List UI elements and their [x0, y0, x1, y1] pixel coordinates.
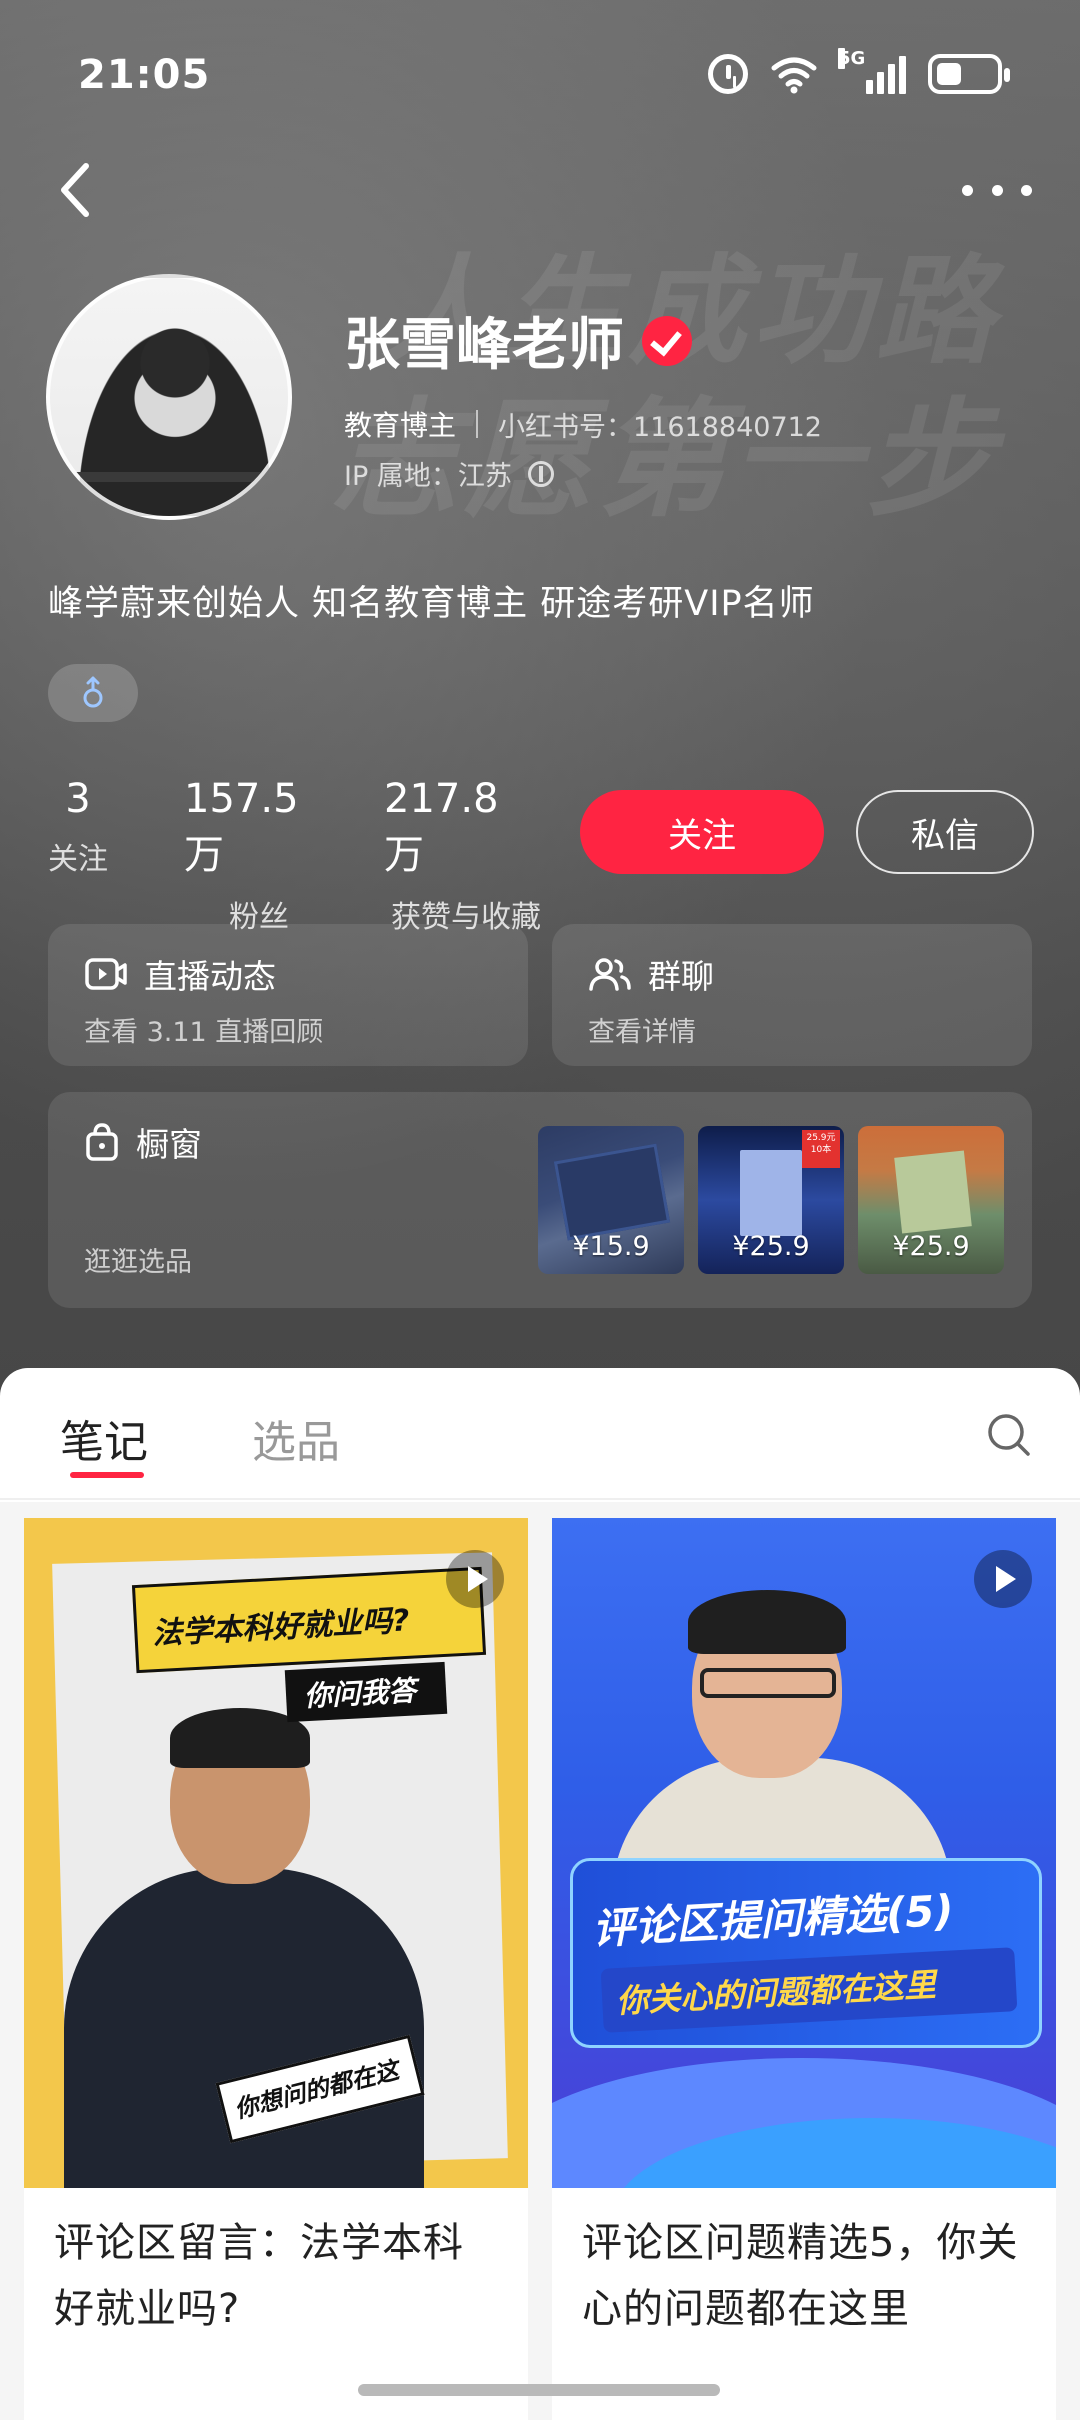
- meta-divider: [476, 410, 479, 438]
- shop-card-title-text: 橱窗: [136, 1125, 202, 1164]
- status-time: 21:05: [78, 52, 211, 98]
- nav-bar: [0, 140, 1080, 240]
- info-icon[interactable]: [527, 460, 554, 487]
- shop-item-price: ¥25.9: [732, 1231, 810, 1262]
- wifi-icon: [771, 57, 817, 94]
- note-cover: 法学本科好就业吗? 你问我答 你想问的都在这: [24, 1518, 528, 2188]
- group-card-title-text: 群聊: [648, 957, 714, 996]
- live-card[interactable]: 直播动态 查看 3.11 直播回顾: [48, 924, 528, 1066]
- shop-window-card[interactable]: 橱窗 逛逛选品 ¥15.9 25.9元 10本 ¥25.9 ¥25.9: [48, 1092, 1032, 1308]
- avatar-desk: [50, 472, 288, 482]
- live-card-subtitle: 查看 3.11 直播回顾: [84, 1017, 324, 1048]
- follow-button[interactable]: 关注: [580, 790, 824, 874]
- battery-icon: [928, 54, 1010, 94]
- profile-id[interactable]: 小红书号：11618840712: [498, 405, 822, 444]
- network-type: 5G: [838, 48, 866, 69]
- tab-notes[interactable]: 笔记: [60, 1406, 148, 1470]
- cover-person: [64, 1868, 424, 2188]
- status-icons: 5G: [708, 48, 1010, 94]
- status-bar: 21:05 5G: [0, 0, 1080, 150]
- tab-products[interactable]: 选品: [252, 1406, 340, 1470]
- more-dot: [1021, 184, 1032, 196]
- shop-item-price: ¥15.9: [572, 1231, 650, 1262]
- cover-person-hair: [688, 1590, 846, 1654]
- stat-followers-value: 157.5 万: [184, 776, 299, 878]
- video-camera-icon: [85, 958, 127, 990]
- cover-glasses: [700, 1668, 836, 1698]
- profile-meta: 教育博主 小红书号：11618840712: [344, 404, 822, 444]
- profile-header: 人生成功路 志愿第一步 21:05 5G 张雪峰老师 教育博主 小红书号：116…: [0, 0, 1080, 1400]
- more-dot: [962, 184, 973, 196]
- profile-category: 教育博主: [344, 409, 457, 442]
- back-icon[interactable]: [48, 154, 108, 226]
- signal-icon: 5G: [838, 48, 906, 94]
- shop-item[interactable]: ¥25.9: [858, 1126, 1004, 1274]
- cover-subheadline: 你问我答: [303, 1674, 417, 1713]
- message-button[interactable]: 私信: [856, 790, 1034, 874]
- note-title: 评论区留言：法学本科好就业吗?: [54, 2220, 464, 2332]
- profile-ip-text: IP 属地：江苏: [344, 461, 512, 492]
- search-icon[interactable]: [984, 1410, 1034, 1460]
- male-icon: [83, 676, 103, 708]
- group-card-subtitle: 查看详情: [588, 1017, 696, 1048]
- more-dot: [991, 184, 1003, 196]
- product-image: [894, 1150, 972, 1234]
- profile-name-text: 张雪峰老师: [344, 313, 624, 378]
- group-card-title: 群聊: [588, 950, 714, 998]
- shop-item[interactable]: ¥15.9: [538, 1126, 684, 1274]
- profile-name: 张雪峰老师: [344, 300, 692, 381]
- group-chat-card[interactable]: 群聊 查看详情: [552, 924, 1032, 1066]
- live-card-title-text: 直播动态: [144, 957, 276, 996]
- home-indicator[interactable]: [358, 2384, 720, 2396]
- gender-tag: [48, 664, 138, 722]
- live-card-title: 直播动态: [84, 950, 276, 998]
- note-title: 评论区问题精选5，你关心的问题都在这里: [582, 2220, 1019, 2332]
- shopping-bag-icon: [86, 1123, 118, 1161]
- verified-icon: [642, 315, 692, 366]
- content-tabs: 笔记 选品: [0, 1368, 1080, 1500]
- shop-item[interactable]: 25.9元 10本 ¥25.9: [698, 1126, 844, 1274]
- notes-feed: 法学本科好就业吗? 你问我答 你想问的都在这 评论区留言：法学本科好就业吗? 评…: [0, 1502, 1080, 2420]
- stat-likes-value: 217.8 万: [384, 776, 499, 878]
- note-cover: 评论区提问精选(5) 你关心的问题都在这里: [552, 1518, 1056, 2188]
- stat-following-label: 关注: [48, 842, 108, 877]
- profile-stats: 3 关注 157.5 万 粉丝 217.8 万 获赞与收藏: [46, 776, 548, 936]
- stat-following[interactable]: 3 关注: [46, 776, 110, 936]
- note-card[interactable]: 评论区提问精选(5) 你关心的问题都在这里 评论区问题精选5，你关心的问题都在这…: [552, 1518, 1056, 2420]
- stat-followers[interactable]: 157.5 万 粉丝: [184, 776, 334, 936]
- play-icon: [974, 1550, 1032, 1608]
- note-card[interactable]: 法学本科好就业吗? 你问我答 你想问的都在这 评论区留言：法学本科好就业吗?: [24, 1518, 528, 2420]
- profile-bio: 峰学蔚来创始人 知名教育博主 研途考研VIP名师: [48, 584, 815, 624]
- product-image: [553, 1143, 671, 1241]
- shop-card-subtitle: 逛逛选品: [84, 1247, 192, 1278]
- stat-likes[interactable]: 217.8 万 获赞与收藏: [384, 776, 548, 936]
- stat-following-value: 3: [65, 776, 91, 822]
- product-image: [740, 1150, 802, 1236]
- alarm-icon: [708, 54, 748, 94]
- shop-thumbnails: ¥15.9 25.9元 10本 ¥25.9 ¥25.9: [538, 1126, 1004, 1274]
- shop-item-price: ¥25.9: [892, 1231, 970, 1262]
- profile-ip: IP 属地：江苏: [344, 454, 554, 493]
- content-sheet: 笔记 选品 法学本科好就业吗? 你问我答 你想问的都在这 评论区留言：法学本科好…: [0, 1368, 1080, 2420]
- avatar[interactable]: [46, 274, 292, 520]
- more-icon[interactable]: [962, 170, 1032, 210]
- shop-item-badge: 25.9元 10本: [802, 1130, 840, 1168]
- play-icon: [446, 1550, 504, 1608]
- group-icon: [589, 958, 631, 991]
- active-tab-indicator: [70, 1472, 144, 1478]
- shop-card-title: 橱窗: [84, 1118, 202, 1166]
